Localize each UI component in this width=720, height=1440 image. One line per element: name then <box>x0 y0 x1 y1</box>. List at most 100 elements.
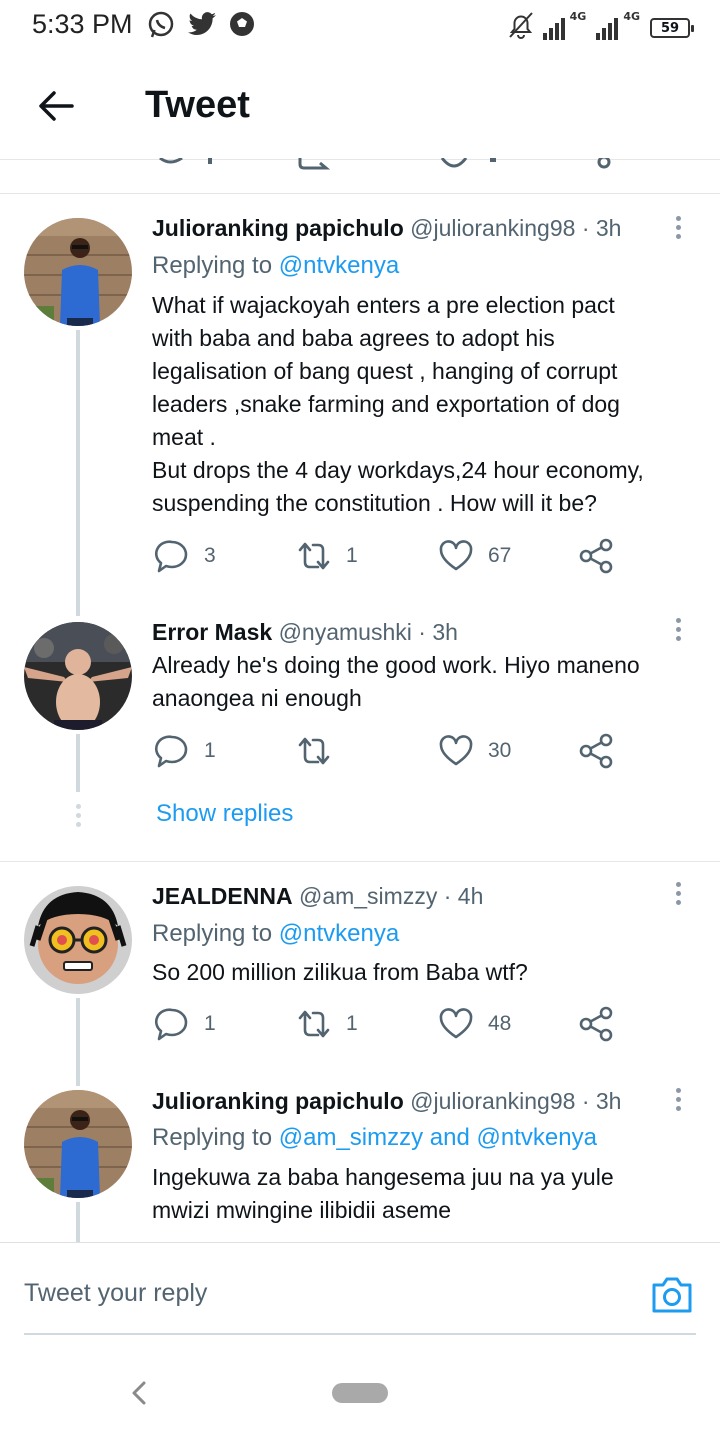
replying-to: Replying to @am_simzzy and @ntvkenya <box>152 1124 597 1152</box>
app-header: Tweet <box>0 60 720 160</box>
mention-link[interactable]: @ntvkenya <box>477 1124 597 1151</box>
retweet-button[interactable] <box>296 733 346 769</box>
arrow-left-icon[interactable] <box>34 84 78 128</box>
reply-button[interactable]: 3 <box>154 538 216 574</box>
reply-underline <box>24 1333 696 1335</box>
battery-icon: 59 <box>650 18 694 38</box>
retweet-button[interactable]: 1 <box>296 538 358 574</box>
system-nav-bar <box>0 1350 720 1440</box>
tweet-header: JEALDENNA @am_simzzy · 4h <box>152 883 483 910</box>
network-type-1: 4G <box>569 10 587 23</box>
reply-input[interactable]: Tweet your reply <box>24 1279 207 1308</box>
tweet-age: 3h <box>595 215 622 241</box>
avatar[interactable] <box>24 218 132 326</box>
tweet-age: 3h <box>595 1088 622 1114</box>
tweet-text-line: with baba and baba agrees to adopt his <box>152 325 555 351</box>
mention-link[interactable]: @ntvkenya <box>279 920 399 947</box>
avatar[interactable] <box>24 1090 132 1198</box>
chevron-left-icon[interactable] <box>126 1378 152 1408</box>
retweet-icon <box>298 737 330 765</box>
like-count: 67 <box>488 544 512 567</box>
thread-line <box>76 1202 80 1244</box>
heart-icon <box>439 540 473 571</box>
author-handle[interactable]: @julioranking98 <box>410 1088 575 1114</box>
twitter-icon <box>188 12 216 35</box>
tweet-text-line: So 200 million zilikua from Baba wtf? <box>152 959 528 985</box>
whatsapp-icon <box>148 11 174 38</box>
home-pill-icon[interactable] <box>332 1383 388 1403</box>
share-icon <box>579 1006 613 1042</box>
more-options-icon[interactable] <box>672 618 684 646</box>
status-right: 4G 4G 59 <box>507 10 694 40</box>
signal-icon <box>542 16 565 40</box>
retweet-icon <box>298 542 330 570</box>
share-button[interactable] <box>578 538 614 574</box>
more-options-icon[interactable] <box>672 882 684 910</box>
avatar[interactable] <box>24 886 132 994</box>
page-title: Tweet <box>145 84 250 126</box>
retweet-count: 1 <box>346 1012 358 1035</box>
thread-more-dots <box>74 804 82 831</box>
like-button[interactable]: 67 <box>438 538 511 574</box>
replying-and: and <box>429 1124 470 1151</box>
tweet-header: Julioranking papichulo @julioranking98 ·… <box>152 1088 621 1115</box>
tweet-text-line: leaders ,snake farming and exportation o… <box>152 391 620 417</box>
more-options-icon[interactable] <box>672 216 684 244</box>
like-button[interactable]: 30 <box>438 733 511 769</box>
camera-icon[interactable] <box>650 1275 694 1315</box>
share-button[interactable] <box>578 733 614 769</box>
reply-composer: Tweet your reply <box>0 1242 720 1342</box>
tweet-age: 4h <box>457 883 484 909</box>
share-icon <box>579 538 613 574</box>
heart-icon <box>439 1008 473 1039</box>
replying-prefix: Replying to <box>152 252 273 279</box>
author-name[interactable]: Error Mask <box>152 619 272 645</box>
share-button[interactable] <box>578 1006 614 1042</box>
reply-count: 1 <box>204 739 216 762</box>
author-name[interactable]: Julioranking papichulo <box>152 1088 404 1114</box>
like-button[interactable]: 48 <box>438 1006 511 1042</box>
replying-prefix: Replying to <box>152 920 273 947</box>
tweet-text-line: anaongea ni enough <box>152 685 362 711</box>
thread-line <box>76 330 80 616</box>
more-options-icon[interactable] <box>672 1088 684 1116</box>
signal-icon <box>596 16 619 40</box>
soccer-ball-icon <box>230 12 254 36</box>
reply-icon <box>154 540 188 573</box>
share-icon <box>579 733 613 769</box>
tweet-text: Already he's doing the good work. Hiyo m… <box>152 649 697 715</box>
mention-link[interactable]: @am_simzzy <box>279 1124 423 1151</box>
battery-level: 59 <box>660 20 680 36</box>
author-handle[interactable]: @julioranking98 <box>410 215 575 241</box>
separator-dot: · <box>581 215 590 241</box>
mention-link[interactable]: @ntvkenya <box>279 252 399 279</box>
retweet-button[interactable]: 1 <box>296 1006 358 1042</box>
tweet-text-line: But drops the 4 day workdays,24 hour eco… <box>152 457 644 483</box>
status-bar: 5:33 PM 4G 4G 59 <box>0 0 720 50</box>
author-handle[interactable]: @nyamushki <box>279 619 412 645</box>
replying-to: Replying to @ntvkenya <box>152 920 399 948</box>
separator-dot: · <box>581 1088 590 1114</box>
tweet-actions: 1 30 <box>152 733 632 773</box>
tweet-actions: 1 1 48 <box>152 1006 632 1046</box>
author-name[interactable]: JEALDENNA <box>152 883 293 909</box>
reply-icon <box>154 735 188 768</box>
author-name[interactable]: Julioranking papichulo <box>152 215 404 241</box>
avatar[interactable] <box>24 622 132 730</box>
thread-line <box>76 998 80 1086</box>
replying-to: Replying to @ntvkenya <box>152 252 399 280</box>
reply-button[interactable]: 1 <box>154 1006 216 1042</box>
like-count: 48 <box>488 1012 512 1035</box>
reply-icon <box>154 1008 188 1041</box>
clipped-action-icons <box>159 158 611 170</box>
status-time: 5:33 PM <box>32 9 133 39</box>
tweet-text-line: meat . <box>152 424 216 450</box>
reply-count: 3 <box>204 544 216 567</box>
tweet-age: 3h <box>432 619 458 645</box>
author-handle[interactable]: @am_simzzy <box>299 883 437 909</box>
divider <box>0 861 720 862</box>
show-replies-link[interactable]: Show replies <box>156 800 293 828</box>
tweet-header: Julioranking papichulo @julioranking98 ·… <box>152 215 621 242</box>
reply-button[interactable]: 1 <box>154 733 216 769</box>
retweet-count: 1 <box>346 544 358 567</box>
